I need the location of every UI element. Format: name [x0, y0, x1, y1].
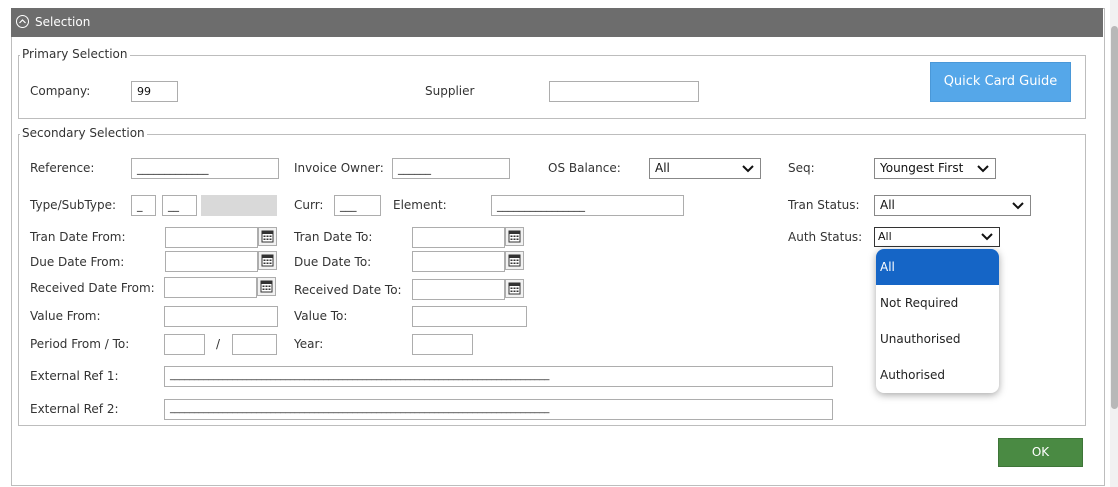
- received-date-from-label: Received Date From:: [30, 281, 155, 295]
- period-to-input[interactable]: [232, 334, 277, 355]
- due-date-from-label: Due Date From:: [30, 255, 125, 269]
- auth-status-select[interactable]: All: [874, 227, 1000, 247]
- dropdown-option-authorised[interactable]: Authorised: [876, 357, 999, 393]
- seq-select[interactable]: Youngest First: [874, 158, 996, 179]
- company-input[interactable]: 99: [131, 81, 178, 102]
- chevron-up-circle-icon[interactable]: [16, 15, 29, 28]
- calendar-icon[interactable]: [505, 279, 524, 298]
- received-date-from-input[interactable]: [164, 277, 257, 298]
- chevron-down-icon: [981, 233, 993, 241]
- period-from-to-label: Period From / To:: [30, 337, 130, 351]
- calendar-icon[interactable]: [258, 227, 277, 246]
- quick-card-guide-button[interactable]: Quick Card Guide: [930, 62, 1071, 102]
- reference-label: Reference:: [30, 161, 95, 175]
- os-balance-value: All: [655, 161, 670, 175]
- type-description-field: [201, 195, 277, 216]
- type-subtype-label: Type/SubType:: [30, 198, 117, 212]
- received-date-to-input[interactable]: [412, 279, 505, 300]
- seq-label: Seq:: [788, 161, 815, 175]
- curr-label: Curr:: [294, 198, 324, 212]
- invoice-owner-label: Invoice Owner:: [294, 161, 384, 175]
- tran-status-value: All: [880, 198, 895, 212]
- value-to-label: Value To:: [294, 309, 348, 323]
- auth-status-label: Auth Status:: [788, 230, 863, 244]
- external-ref-1-label: External Ref 1:: [30, 369, 119, 383]
- tran-status-label: Tran Status:: [788, 198, 860, 212]
- calendar-icon[interactable]: [258, 251, 277, 270]
- chevron-down-icon: [977, 165, 989, 173]
- dropdown-option-not-required[interactable]: Not Required: [876, 285, 999, 321]
- calendar-icon[interactable]: [257, 277, 276, 296]
- chevron-down-icon: [742, 165, 754, 173]
- type-input[interactable]: _: [131, 195, 156, 216]
- supplier-input[interactable]: [549, 81, 699, 102]
- element-input[interactable]: ________________: [491, 195, 684, 216]
- value-to-input[interactable]: [412, 306, 527, 327]
- external-ref-2-input[interactable]: ________________________________________…: [164, 399, 833, 420]
- primary-selection-legend: Primary Selection: [20, 47, 130, 61]
- company-label: Company:: [30, 84, 91, 98]
- selection-header[interactable]: [11, 8, 1103, 37]
- reference-input[interactable]: _____________: [131, 158, 279, 179]
- value-from-label: Value From:: [30, 309, 101, 323]
- subtype-input[interactable]: __: [162, 195, 197, 216]
- curr-input[interactable]: ___: [334, 195, 381, 216]
- chevron-down-icon: [1012, 202, 1024, 210]
- period-from-input[interactable]: [164, 334, 205, 355]
- element-label: Element:: [393, 198, 447, 212]
- auth-status-dropdown: All Not Required Unauthorised Authorised: [876, 249, 999, 393]
- tran-status-select[interactable]: All: [874, 195, 1031, 216]
- os-balance-label: OS Balance:: [548, 161, 621, 175]
- dropdown-option-unauthorised[interactable]: Unauthorised: [876, 321, 999, 357]
- header-title: Selection: [35, 15, 91, 29]
- tran-date-to-input[interactable]: [412, 227, 505, 248]
- external-ref-1-input[interactable]: ________________________________________…: [164, 366, 833, 387]
- auth-status-value: All: [878, 230, 892, 243]
- tran-date-from-label: Tran Date From:: [30, 230, 126, 244]
- seq-value: Youngest First: [880, 161, 964, 175]
- received-date-to-label: Received Date To:: [294, 283, 402, 297]
- external-ref-2-label: External Ref 2:: [30, 402, 119, 416]
- calendar-icon[interactable]: [505, 227, 524, 246]
- due-date-to-input[interactable]: [412, 251, 505, 272]
- invoice-owner-input[interactable]: ______: [392, 158, 510, 179]
- year-input[interactable]: [412, 334, 473, 355]
- due-date-to-label: Due Date To:: [294, 255, 372, 269]
- supplier-label: Supplier: [425, 84, 475, 98]
- secondary-selection-legend: Secondary Selection: [20, 126, 147, 140]
- calendar-icon[interactable]: [505, 251, 524, 270]
- period-separator: /: [216, 337, 221, 351]
- year-label: Year:: [294, 337, 324, 351]
- os-balance-select[interactable]: All: [649, 158, 761, 179]
- value-from-input[interactable]: [164, 306, 278, 327]
- tran-date-from-input[interactable]: [165, 227, 258, 248]
- due-date-from-input[interactable]: [165, 251, 258, 272]
- scrollbar-thumb[interactable]: [1111, 26, 1118, 409]
- tran-date-to-label: Tran Date To:: [294, 230, 373, 244]
- dropdown-option-all[interactable]: All: [876, 249, 999, 285]
- ok-button[interactable]: OK: [998, 438, 1083, 467]
